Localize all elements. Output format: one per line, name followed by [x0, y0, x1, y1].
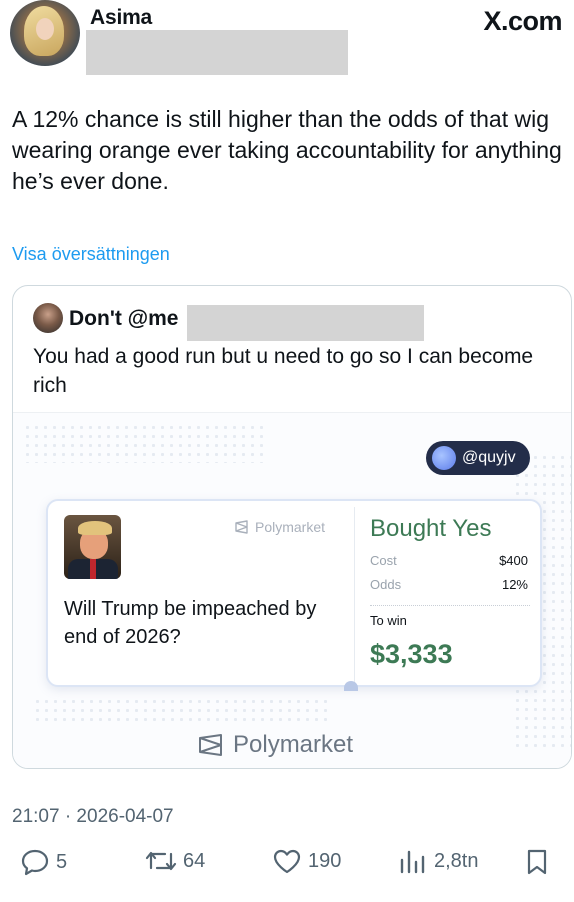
- dotted-divider: [370, 605, 530, 606]
- redacted-handle: [86, 30, 348, 75]
- tweet-text: A 12% chance is still higher than the od…: [12, 106, 562, 194]
- polymarket-logo-icon: [235, 520, 248, 534]
- bookmark-button[interactable]: [524, 848, 556, 876]
- card-knob: [344, 681, 358, 691]
- quoted-tweet[interactable]: Don't @me You had a good run but u need …: [12, 285, 572, 769]
- like-button[interactable]: 190: [272, 848, 341, 874]
- action-bar: 5 64 190 2,8tn: [0, 842, 574, 882]
- polymarket-logo-icon: [199, 734, 222, 756]
- author-avatar[interactable]: [10, 0, 80, 66]
- views-button[interactable]: 2,8tn: [398, 848, 478, 874]
- decorative-dots: [33, 697, 333, 727]
- views-bar-chart-icon: [400, 850, 425, 874]
- redacted-handle: [187, 305, 424, 341]
- reply-button[interactable]: 5: [20, 848, 67, 876]
- polymarket-footer: Polymarket: [197, 731, 353, 759]
- to-win-value: $3,333: [370, 639, 453, 669]
- reply-count: 5: [56, 850, 68, 873]
- cost-label: Cost: [370, 553, 397, 568]
- repost-count: 64: [183, 849, 206, 872]
- decorative-dots: [23, 423, 263, 463]
- brand-logo: X.com: [483, 6, 562, 36]
- user-avatar-dot: [432, 446, 456, 470]
- odds-label: Odds: [370, 577, 402, 592]
- like-count: 190: [308, 849, 342, 872]
- author-name[interactable]: Asima: [90, 6, 152, 30]
- user-handle-label: @quyjv: [462, 449, 516, 466]
- card-divider: [354, 507, 355, 683]
- cost-value: $400: [499, 553, 528, 568]
- user-handle-pill: @quyjv: [426, 441, 530, 475]
- market-question: Will Trump be impeached by end of 2026?: [64, 598, 317, 648]
- quoted-author-name[interactable]: Don't @me: [69, 307, 178, 331]
- repost-button[interactable]: 64: [145, 848, 205, 874]
- bet-card: Polymarket Will Trump be impeached by en…: [46, 499, 542, 691]
- bet-status: Bought Yes: [370, 515, 492, 542]
- repost-icon: [145, 851, 177, 871]
- view-count: 2,8tn: [434, 849, 479, 872]
- tweet-timestamp[interactable]: 21:07 · 2026-04-07: [12, 806, 174, 828]
- heart-icon: [273, 849, 301, 874]
- polymarket-footer-label: Polymarket: [233, 731, 354, 758]
- quoted-tweet-text: You had a good run but u need to go so I…: [33, 345, 534, 397]
- translate-link[interactable]: Visa översättningen: [12, 244, 170, 265]
- polymarket-source-label: Polymarket: [255, 519, 326, 535]
- quoted-author-avatar[interactable]: [33, 303, 63, 333]
- to-win-label: To win: [370, 613, 407, 628]
- odds-value: 12%: [501, 577, 528, 592]
- bookmark-icon: [527, 849, 547, 875]
- polymarket-source: Polymarket: [234, 519, 325, 535]
- quoted-media-image[interactable]: @quyjv Polymarket Will Trump be impeache…: [13, 412, 571, 768]
- reply-icon: [21, 849, 49, 876]
- market-photo: [64, 515, 121, 579]
